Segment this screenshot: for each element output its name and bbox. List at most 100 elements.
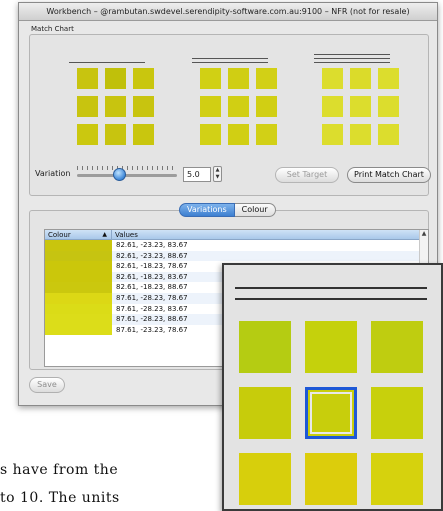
chart-group-2 (188, 50, 277, 145)
chart-rule-line (69, 62, 145, 63)
colour-swatch[interactable] (200, 68, 221, 89)
match-chart-label: Match Chart (31, 25, 74, 33)
colour-swatch[interactable] (256, 96, 277, 117)
row-colour-cell (45, 282, 112, 293)
colour-swatch[interactable] (200, 96, 221, 117)
colour-swatch[interactable] (256, 68, 277, 89)
zoom-line-1 (235, 287, 427, 289)
colour-swatch[interactable] (105, 68, 126, 89)
row-colour-cell (45, 314, 112, 325)
variation-slider-ticks (77, 166, 177, 170)
table-header: Colour ▲ Values (45, 230, 428, 240)
colour-swatch[interactable] (133, 124, 154, 145)
zoomed-chart-detail (222, 263, 443, 511)
colour-swatch[interactable] (350, 124, 371, 145)
row-values-cell: 82.61, -18.23, 88.67 (116, 283, 188, 292)
row-values-cell: 82.61, -18.23, 83.67 (116, 272, 188, 281)
chart-rule-line (192, 58, 268, 59)
chart-rule-line (314, 62, 390, 63)
chart-group-lines (188, 50, 272, 64)
page-text-line-2: to 10. The units (0, 490, 120, 506)
save-button[interactable]: Save (29, 377, 65, 393)
set-target-button[interactable]: Set Target (275, 167, 339, 183)
target-swatch[interactable] (305, 387, 357, 439)
variation-label: Variation (35, 169, 71, 178)
tab-variations[interactable]: Variations (179, 203, 235, 217)
chart-group-lines (310, 50, 394, 64)
row-colour-cell (45, 240, 112, 251)
colour-swatch[interactable] (77, 124, 98, 145)
row-colour-cell (45, 261, 112, 272)
colour-swatch[interactable] (77, 96, 98, 117)
colour-swatch[interactable] (256, 124, 277, 145)
chart-rule-line (314, 58, 390, 59)
colour-swatch[interactable] (350, 68, 371, 89)
colour-swatch[interactable] (350, 96, 371, 117)
page-text-line-1: s have from the (0, 462, 119, 478)
chart-rule-line (192, 62, 268, 63)
zoom-swatch[interactable] (305, 453, 357, 505)
chart-group-lines (65, 50, 149, 64)
colour-swatch[interactable] (322, 96, 343, 117)
zoom-swatch[interactable] (371, 321, 423, 373)
column-header-colour[interactable]: Colour ▲ (45, 230, 112, 239)
colour-swatch[interactable] (228, 68, 249, 89)
colour-swatch[interactable] (77, 68, 98, 89)
screenshot-stage: Workbench – @rambutan.swdevel.serendipit… (0, 0, 443, 511)
tab-colour[interactable]: Colour (234, 203, 276, 217)
zoom-swatch[interactable] (305, 321, 357, 373)
variation-row: Variation 5.0 ▲ ▼ Set Target Print Match… (35, 165, 431, 185)
row-values-cell: 87.61, -28.23, 83.67 (116, 304, 188, 313)
chart-group-3 (310, 50, 399, 145)
chart-swatch-grid (322, 68, 399, 145)
view-tabs: Variations Colour (179, 203, 276, 217)
print-match-chart-button[interactable]: Print Match Chart (347, 167, 431, 183)
colour-swatch[interactable] (105, 96, 126, 117)
stepper-down-icon[interactable]: ▼ (214, 174, 221, 181)
zoom-line-2 (235, 298, 427, 300)
colour-swatch[interactable] (105, 124, 126, 145)
table-row[interactable]: 82.61, -23.23, 88.67 (45, 250, 428, 262)
colour-swatch[interactable] (378, 68, 399, 89)
row-values-cell: 82.61, -23.23, 88.67 (116, 251, 188, 260)
row-values-cell: 87.61, -23.23, 78.67 (116, 325, 188, 334)
variation-stepper[interactable]: ▲ ▼ (213, 166, 222, 182)
colour-swatch[interactable] (228, 124, 249, 145)
chart-swatch-grid (200, 68, 277, 145)
colour-swatch[interactable] (378, 96, 399, 117)
colour-swatch[interactable] (133, 96, 154, 117)
colour-swatch[interactable] (200, 124, 221, 145)
column-header-values[interactable]: Values (112, 230, 138, 239)
row-values-cell: 87.61, -28.23, 78.67 (116, 293, 188, 302)
table-row[interactable]: 82.61, -23.23, 83.67 (45, 240, 428, 251)
sort-ascending-icon: ▲ (102, 231, 107, 238)
colour-swatch[interactable] (378, 124, 399, 145)
colour-swatch[interactable] (228, 96, 249, 117)
window-title: Workbench – @rambutan.swdevel.serendipit… (19, 3, 437, 21)
row-values-cell: 82.61, -23.23, 83.67 (116, 241, 188, 249)
chart-group-1 (65, 50, 154, 145)
zoom-swatch[interactable] (239, 321, 291, 373)
chart-swatch-grid (77, 68, 154, 145)
colour-swatch[interactable] (322, 68, 343, 89)
variation-slider[interactable] (77, 174, 177, 177)
row-colour-cell (45, 292, 112, 304)
chart-rule-line (314, 54, 390, 55)
row-colour-cell (45, 303, 112, 315)
row-values-cell: 87.61, -28.23, 88.67 (116, 315, 188, 324)
zoom-swatch[interactable] (371, 387, 423, 439)
colour-swatch[interactable] (322, 124, 343, 145)
row-colour-cell (45, 324, 112, 336)
zoom-swatch[interactable] (239, 453, 291, 505)
row-values-cell: 82.61, -18.23, 78.67 (116, 262, 188, 271)
variation-value-field[interactable]: 5.0 (183, 167, 211, 182)
colour-swatch[interactable] (133, 68, 154, 89)
row-colour-cell (45, 271, 112, 283)
scroll-up-icon[interactable]: ▲ (420, 230, 428, 237)
stepper-up-icon[interactable]: ▲ (214, 167, 221, 174)
variation-slider-knob[interactable] (113, 168, 126, 181)
zoom-swatch[interactable] (371, 453, 423, 505)
row-colour-cell (45, 250, 112, 262)
zoom-swatch-grid (239, 321, 423, 505)
zoom-swatch[interactable] (239, 387, 291, 439)
